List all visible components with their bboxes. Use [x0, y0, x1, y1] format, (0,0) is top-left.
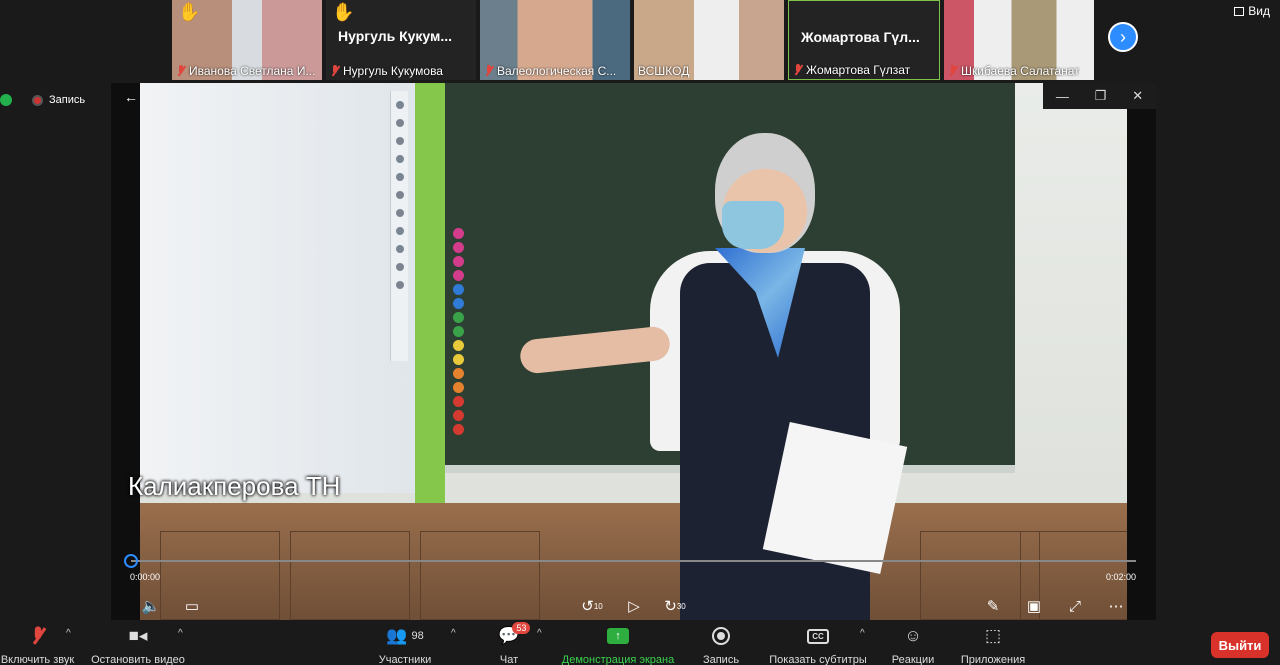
participant-name: Шкибаева Салатанат — [961, 64, 1080, 78]
participant-name: Валеологическая С... — [497, 64, 617, 78]
chat-label: Чат — [499, 654, 519, 665]
progress-track[interactable] — [131, 560, 1136, 562]
play-icon: ▷ — [628, 598, 640, 615]
chat-button[interactable]: 💬 53 Чат — [494, 622, 531, 665]
volume-icon[interactable]: 🔈 — [139, 594, 163, 618]
participant-name: ВСШКОД — [638, 64, 690, 78]
view-label: Вид — [1248, 4, 1270, 18]
teacher — [518, 133, 940, 620]
rewind-icon: ↺ — [581, 598, 594, 615]
participant-tile[interactable]: ✋ Иванова Светлана И... — [172, 0, 322, 80]
share-screen-arrow-icon: ↑ — [607, 628, 629, 644]
restore-icon[interactable]: ❐ — [1095, 88, 1107, 104]
participants-caret-icon[interactable]: ^ — [451, 628, 456, 639]
participant-display-name: Нургуль Кукум... — [338, 28, 453, 44]
mic-muted-icon — [484, 65, 494, 77]
reactions-label: Реакции — [891, 654, 935, 665]
forward-button[interactable]: ↻ 30 — [663, 594, 687, 618]
play-button[interactable]: ▷ — [622, 594, 646, 618]
raised-hand-icon: ✋ — [178, 2, 201, 22]
video-options-caret-icon[interactable]: ^ — [178, 628, 183, 639]
mic-muted-icon — [793, 64, 803, 76]
chat-unread-badge: 53 — [512, 622, 531, 634]
smiley-plus-icon: ☺ — [904, 626, 922, 645]
leave-meeting-button[interactable]: Выйти — [1211, 632, 1269, 658]
meeting-toolbar: Включить звук ^ ■◂ Остановить видео ^ 👥 9… — [0, 620, 1280, 665]
apps-grid-icon: ⬚ — [984, 626, 1002, 645]
show-captions-label: Показать субтитры — [769, 654, 867, 665]
annotate-pencil-icon[interactable]: ✎ — [981, 594, 1005, 618]
forward-seconds: 30 — [676, 601, 686, 611]
show-captions-button[interactable]: CC Показать субтитры — [767, 624, 869, 665]
mic-muted-icon — [948, 65, 958, 77]
elapsed-time: 0:00:00 — [130, 572, 161, 582]
unmute-label: Включить звук — [0, 654, 75, 665]
back-arrow-icon[interactable]: ← — [121, 87, 141, 107]
chat-caret-icon[interactable]: ^ — [537, 628, 542, 639]
gallery-next-page-button[interactable]: › — [1108, 22, 1138, 52]
speaker-name-label: Калиакперова ТН — [128, 471, 341, 501]
audio-options-caret-icon[interactable]: ^ — [66, 628, 71, 639]
chevron-right-icon: › — [1120, 26, 1126, 47]
mic-muted-icon — [330, 65, 340, 77]
recording-indicator: Запись — [0, 94, 85, 106]
total-time: 0:02:00 — [1105, 572, 1136, 582]
abacus — [453, 228, 465, 468]
participants-count: 98 — [411, 630, 424, 642]
record-icon — [712, 627, 730, 645]
video-frame — [140, 83, 1127, 620]
participants-button[interactable]: 👥 98 Участники — [377, 624, 433, 665]
apps-label: Приложения — [960, 654, 1026, 665]
participant-tile-active-speaker[interactable]: Жомартова Гүл... Жомартова Гүлзат — [788, 0, 940, 80]
progress-knob[interactable] — [124, 554, 138, 568]
more-options-icon[interactable]: ⋯ — [1104, 594, 1128, 618]
raised-hand-icon: ✋ — [332, 2, 355, 22]
participant-name: Нургуль Кукумова — [343, 64, 443, 78]
mic-muted-icon — [33, 624, 43, 648]
view-button[interactable]: Вид — [1234, 4, 1270, 18]
share-screen-label: Демонстрация экрана — [561, 654, 675, 665]
participant-name: Иванова Светлана И... — [189, 64, 316, 78]
participant-tile[interactable]: Шкибаева Салатанат — [944, 0, 1094, 80]
captions-caret-icon[interactable]: ^ — [860, 628, 865, 639]
recording-dot-icon — [32, 94, 43, 106]
apps-button[interactable]: ⬚ Приложения — [958, 624, 1028, 665]
picture-in-picture-icon[interactable]: ▣ — [1022, 594, 1046, 618]
close-icon[interactable]: ✕ — [1132, 88, 1143, 104]
rewind-seconds: 10 — [593, 601, 603, 611]
participant-tile[interactable]: Валеологическая С... — [480, 0, 630, 80]
record-button[interactable]: Запись — [700, 624, 742, 665]
video-camera-icon: ■◂ — [128, 626, 148, 645]
participants-label: Участники — [378, 654, 432, 665]
stop-video-label: Остановить видео — [91, 654, 185, 665]
share-screen-button[interactable]: ↑ Демонстрация экрана — [559, 624, 677, 665]
rewind-button[interactable]: ↺ 10 — [580, 594, 604, 618]
captions-icon[interactable]: ▭ — [180, 594, 204, 618]
participant-tile[interactable]: ✋ Нургуль Кукум... Нургуль Кукумова — [326, 0, 476, 80]
reactions-button[interactable]: ☺ Реакции — [890, 624, 936, 665]
window-controls: — ❐ ✕ — [1043, 83, 1156, 109]
participant-gallery: ✋ Иванова Светлана И... ✋ Нургуль Кукум.… — [0, 0, 1280, 82]
participant-tile[interactable]: ВСШКОД — [634, 0, 784, 80]
minimize-icon[interactable]: — — [1056, 89, 1069, 104]
recording-label: Запись — [49, 94, 86, 106]
fullscreen-icon[interactable]: ⤢ — [1063, 594, 1087, 618]
forward-icon: ↻ — [664, 598, 677, 615]
closed-captions-icon: CC — [807, 628, 829, 644]
participants-icon: 👥 — [386, 626, 408, 645]
record-label: Запись — [702, 654, 740, 665]
stop-video-button[interactable]: ■◂ Остановить видео — [89, 624, 187, 665]
grid-view-icon — [1234, 6, 1245, 16]
zoom-meeting-window: ✋ Иванова Светлана И... ✋ Нургуль Кукум.… — [0, 0, 1280, 665]
participant-name: Жомартова Гүлзат — [806, 63, 911, 77]
unmute-button[interactable]: Включить звук — [0, 624, 75, 665]
shared-video-player[interactable]: Калиакперова ТН ← — ❐ ✕ 0:00:00 0:02:00 … — [111, 83, 1156, 620]
mic-muted-icon — [176, 65, 186, 77]
encryption-shield-icon[interactable] — [0, 94, 12, 106]
participant-display-name: Жомартова Гүл... — [801, 29, 920, 45]
